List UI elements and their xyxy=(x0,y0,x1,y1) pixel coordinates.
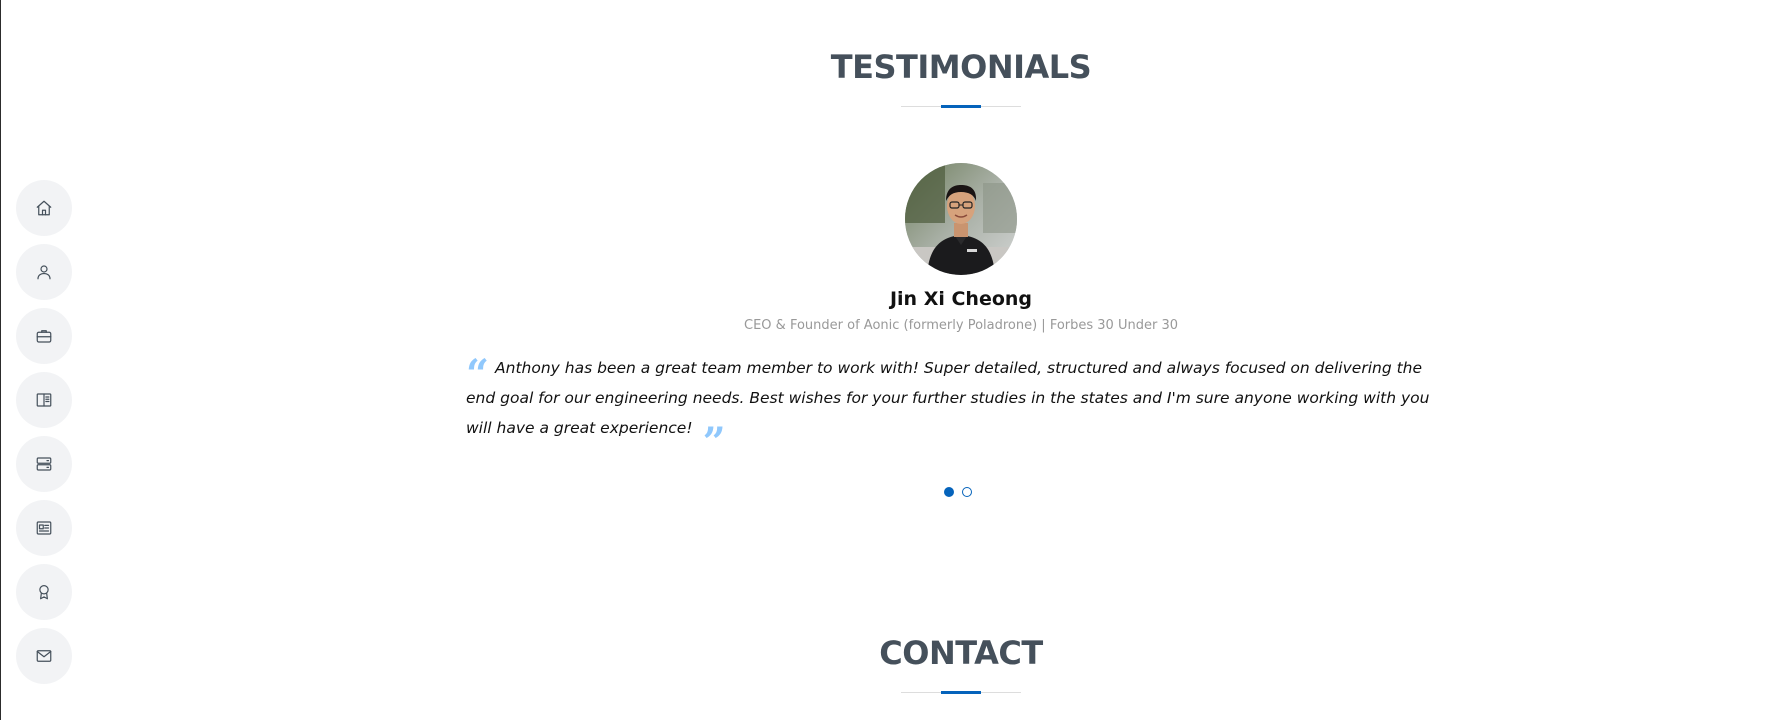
nav-resume-button[interactable] xyxy=(16,308,72,364)
person-icon xyxy=(37,265,51,280)
nav-awards-button[interactable] xyxy=(16,564,72,620)
page-left-border xyxy=(0,0,1,720)
home-icon xyxy=(36,200,52,216)
avatar-photo xyxy=(905,163,1017,275)
testimonial-author-name: Jin Xi Cheong xyxy=(889,288,1033,310)
testimonial-quote: “Anthony has been a great team member to… xyxy=(466,350,1430,466)
side-navigation xyxy=(16,180,72,692)
newspaper-icon xyxy=(36,521,52,535)
nav-services-button[interactable] xyxy=(16,436,72,492)
pagination-dot-1[interactable] xyxy=(944,487,954,497)
testimonials-title: TESTIMONIALS xyxy=(830,48,1092,86)
testimonial-author-role: CEO & Founder of Aonic (formerly Poladro… xyxy=(744,318,1178,333)
book-icon xyxy=(36,393,52,407)
testimonial-pagination xyxy=(944,487,972,497)
testimonial-quote-text: Anthony has been a great team member to … xyxy=(466,359,1430,437)
server-icon xyxy=(36,457,52,471)
testimonial-avatar xyxy=(905,163,1017,275)
pagination-dot-2[interactable] xyxy=(962,487,972,497)
nav-portfolio-button[interactable] xyxy=(16,372,72,428)
nav-publications-button[interactable] xyxy=(16,500,72,556)
nav-home-button[interactable] xyxy=(16,180,72,236)
contact-title: CONTACT xyxy=(879,634,1043,672)
contact-title-accent-bar xyxy=(941,691,981,694)
title-accent-bar xyxy=(941,105,981,108)
award-icon xyxy=(39,585,49,600)
